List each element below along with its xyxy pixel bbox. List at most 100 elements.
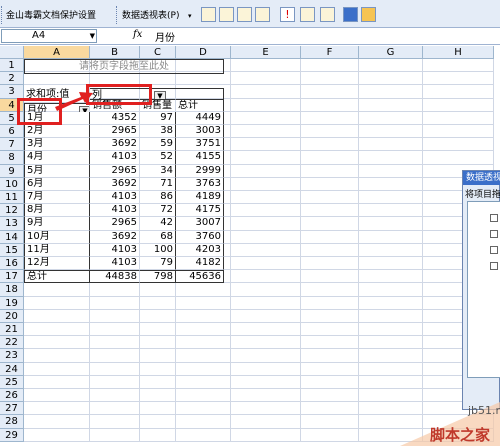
- pivot-row-label[interactable]: 4月: [24, 151, 90, 165]
- grid-cell[interactable]: [301, 111, 359, 125]
- grid-cell[interactable]: [301, 98, 359, 112]
- pivot-value-total[interactable]: 4449: [176, 111, 224, 125]
- grid-cell[interactable]: [301, 270, 359, 284]
- pivot-value-qty[interactable]: 79: [140, 257, 176, 271]
- grid-cell[interactable]: [301, 125, 359, 139]
- grid-cell[interactable]: [231, 230, 301, 244]
- pivot-value-sales[interactable]: 4103: [90, 204, 140, 218]
- pivot-value-total[interactable]: 4155: [176, 151, 224, 165]
- grid-cell[interactable]: [359, 230, 423, 244]
- pivot-value-total[interactable]: 3003: [176, 125, 224, 139]
- field-list-icon[interactable]: [343, 7, 358, 22]
- grid-cell[interactable]: [359, 389, 423, 403]
- pivot-value-qty[interactable]: 34: [140, 164, 176, 178]
- grid-cell[interactable]: [140, 309, 176, 323]
- grid-cell[interactable]: [90, 415, 140, 429]
- grid-cell[interactable]: [90, 375, 140, 389]
- row-header[interactable]: 16: [0, 257, 24, 271]
- grid-cell[interactable]: [301, 85, 359, 99]
- protect-settings-button[interactable]: 金山毒霸文档保护设置: [6, 8, 96, 24]
- grid-cell[interactable]: [140, 375, 176, 389]
- grid-cell[interactable]: [301, 323, 359, 337]
- grid-cell[interactable]: [359, 59, 423, 73]
- grid-cell[interactable]: [90, 336, 140, 350]
- pivot-value-sales[interactable]: 2965: [90, 125, 140, 139]
- formula-input[interactable]: 月份: [155, 29, 175, 44]
- column-header[interactable]: H: [423, 46, 494, 59]
- grid-cell[interactable]: [301, 349, 359, 363]
- grid-cell[interactable]: [231, 177, 301, 191]
- grid-cell[interactable]: [231, 243, 301, 257]
- grid-cell[interactable]: [231, 375, 301, 389]
- column-header[interactable]: B: [90, 46, 140, 59]
- field-item-icon[interactable]: [490, 246, 498, 254]
- row-header[interactable]: 12: [0, 204, 24, 218]
- pivot-value-qty[interactable]: 72: [140, 204, 176, 218]
- pivot-value-sales[interactable]: 2965: [90, 217, 140, 231]
- grid-cell[interactable]: [231, 217, 301, 231]
- pivot-table-menu[interactable]: 数据透视表(P): [122, 8, 179, 24]
- grid-cell[interactable]: [359, 243, 423, 257]
- grid-cell[interactable]: [231, 296, 301, 310]
- pivot-column-header[interactable]: 总计: [176, 98, 224, 112]
- grid-cell[interactable]: [301, 362, 359, 376]
- grid-cell[interactable]: [231, 98, 301, 112]
- row-header[interactable]: 27: [0, 402, 24, 416]
- grid-cell[interactable]: [24, 415, 90, 429]
- grid-cell[interactable]: [231, 362, 301, 376]
- pivot-total-sales[interactable]: 44838: [90, 270, 140, 284]
- row-header[interactable]: 6: [0, 125, 24, 139]
- pivot-row-label[interactable]: 3月: [24, 138, 90, 152]
- grid-cell[interactable]: [176, 309, 231, 323]
- pivot-row-label[interactable]: 7月: [24, 191, 90, 205]
- grid-cell[interactable]: [423, 85, 494, 99]
- grid-cell[interactable]: [359, 204, 423, 218]
- grid-cell[interactable]: [301, 204, 359, 218]
- grid-cell[interactable]: [90, 389, 140, 403]
- grid-cell[interactable]: [301, 217, 359, 231]
- panel-title[interactable]: 数据透视表: [463, 171, 500, 185]
- grid-cell[interactable]: [90, 349, 140, 363]
- grid-cell[interactable]: [359, 217, 423, 231]
- row-header[interactable]: 22: [0, 336, 24, 350]
- grid-cell[interactable]: [90, 296, 140, 310]
- grid-cell[interactable]: [231, 349, 301, 363]
- grid-cell[interactable]: [140, 283, 176, 297]
- field-list[interactable]: [467, 201, 500, 378]
- pivot-value-total[interactable]: 4189: [176, 191, 224, 205]
- grid-cell[interactable]: [301, 375, 359, 389]
- grid-cell[interactable]: [359, 323, 423, 337]
- pivot-total-label[interactable]: 总计: [24, 270, 90, 284]
- group-icon[interactable]: [237, 7, 252, 22]
- grid-cell[interactable]: [140, 323, 176, 337]
- grid-cell[interactable]: [90, 323, 140, 337]
- field-item-icon[interactable]: [490, 230, 498, 238]
- grid-cell[interactable]: [24, 428, 90, 442]
- name-box[interactable]: A4 ▼: [1, 29, 97, 43]
- field-item-icon[interactable]: [490, 214, 498, 222]
- grid-cell[interactable]: [140, 336, 176, 350]
- grid-cell[interactable]: [176, 389, 231, 403]
- grid-cell[interactable]: [231, 323, 301, 337]
- pivot-value-sales[interactable]: 3692: [90, 230, 140, 244]
- row-header[interactable]: 11: [0, 191, 24, 205]
- pivot-value-qty[interactable]: 71: [140, 177, 176, 191]
- column-header[interactable]: C: [140, 46, 176, 59]
- row-header[interactable]: 24: [0, 362, 24, 376]
- grid-cell[interactable]: [359, 72, 423, 86]
- grid-cell[interactable]: [423, 125, 494, 139]
- pivot-value-qty[interactable]: 86: [140, 191, 176, 205]
- grid-cell[interactable]: [176, 349, 231, 363]
- row-header[interactable]: 15: [0, 243, 24, 257]
- grid-cell[interactable]: [359, 111, 423, 125]
- row-header[interactable]: 8: [0, 151, 24, 165]
- grid-cell[interactable]: [24, 362, 90, 376]
- grid-cell[interactable]: [140, 296, 176, 310]
- row-header[interactable]: 19: [0, 296, 24, 310]
- grid-cell[interactable]: [423, 72, 494, 86]
- grid-cell[interactable]: [359, 164, 423, 178]
- grid-cell[interactable]: [231, 309, 301, 323]
- pivot-value-sales[interactable]: 4103: [90, 191, 140, 205]
- grid-cell[interactable]: [359, 191, 423, 205]
- row-header[interactable]: 23: [0, 349, 24, 363]
